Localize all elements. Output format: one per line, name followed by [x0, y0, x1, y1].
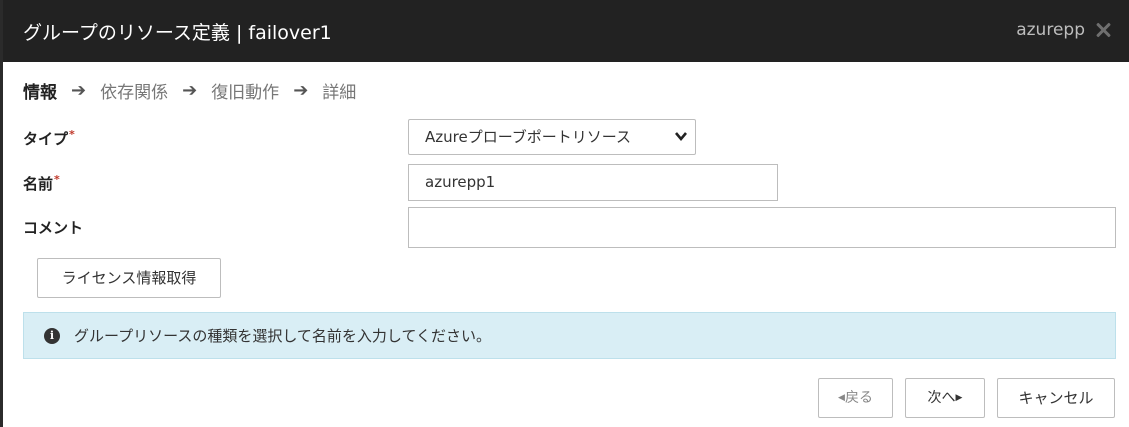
wizard-steps: 情報 ➔ 依存関係 ➔ 復旧動作 ➔ 詳細 [23, 78, 356, 103]
cancel-button[interactable]: キャンセル [997, 378, 1115, 418]
back-button[interactable]: ◀戻る [818, 378, 893, 418]
step-arrow-icon: ➔ [71, 80, 87, 101]
required-mark: * [69, 128, 75, 141]
info-alert-message: グループリソースの種類を選択して名前を入力してください。 [74, 327, 492, 345]
info-icon: i [44, 327, 60, 344]
type-select[interactable]: Azureプローブポートリソース [408, 119, 696, 155]
dialog-user-name: azurepp [1016, 20, 1085, 40]
dialog-title-separator: | [235, 22, 243, 44]
name-label: 名前* [23, 173, 60, 194]
name-label-text: 名前 [23, 175, 54, 193]
back-button-label: 戻る [844, 390, 873, 406]
comment-input[interactable] [408, 207, 1116, 248]
info-alert: i グループリソースの種類を選択して名前を入力してください。 [23, 312, 1116, 359]
type-label-text: タイプ [23, 130, 69, 148]
step-arrow-icon: ➔ [293, 80, 309, 101]
required-mark: * [54, 173, 60, 186]
get-license-info-button[interactable]: ライセンス情報取得 [37, 258, 221, 298]
next-triangle-icon: ▶ [955, 393, 963, 403]
next-button[interactable]: 次へ▶ [905, 378, 985, 418]
dialog-titlebar: グループのリソース定義 | failover1 azurepp [3, 0, 1129, 62]
type-label: タイプ* [23, 128, 75, 149]
step-details: 詳細 [322, 83, 357, 103]
step-recovery: 復旧動作 [211, 83, 280, 103]
close-icon[interactable] [1095, 22, 1111, 38]
type-select-value: Azureプローブポートリソース [425, 128, 632, 146]
next-button-label: 次へ [927, 390, 956, 406]
name-input[interactable]: azurepp1 [408, 164, 778, 201]
step-info: 情報 [23, 83, 57, 103]
resource-definition-dialog: グループのリソース定義 | failover1 azurepp 情報 ➔ 依存関… [0, 0, 1129, 427]
step-dependency: 依存関係 [100, 83, 169, 103]
dialog-title-text: グループのリソース定義 [23, 22, 230, 44]
comment-label: コメント [23, 219, 84, 237]
dialog-title: グループのリソース定義 | failover1 [23, 18, 332, 45]
back-triangle-icon: ◀ [838, 393, 845, 403]
dialog-title-group: failover1 [248, 22, 332, 44]
titlebar-right: azurepp [1016, 20, 1111, 40]
chevron-down-icon [675, 132, 687, 142]
step-arrow-icon: ➔ [182, 80, 198, 101]
